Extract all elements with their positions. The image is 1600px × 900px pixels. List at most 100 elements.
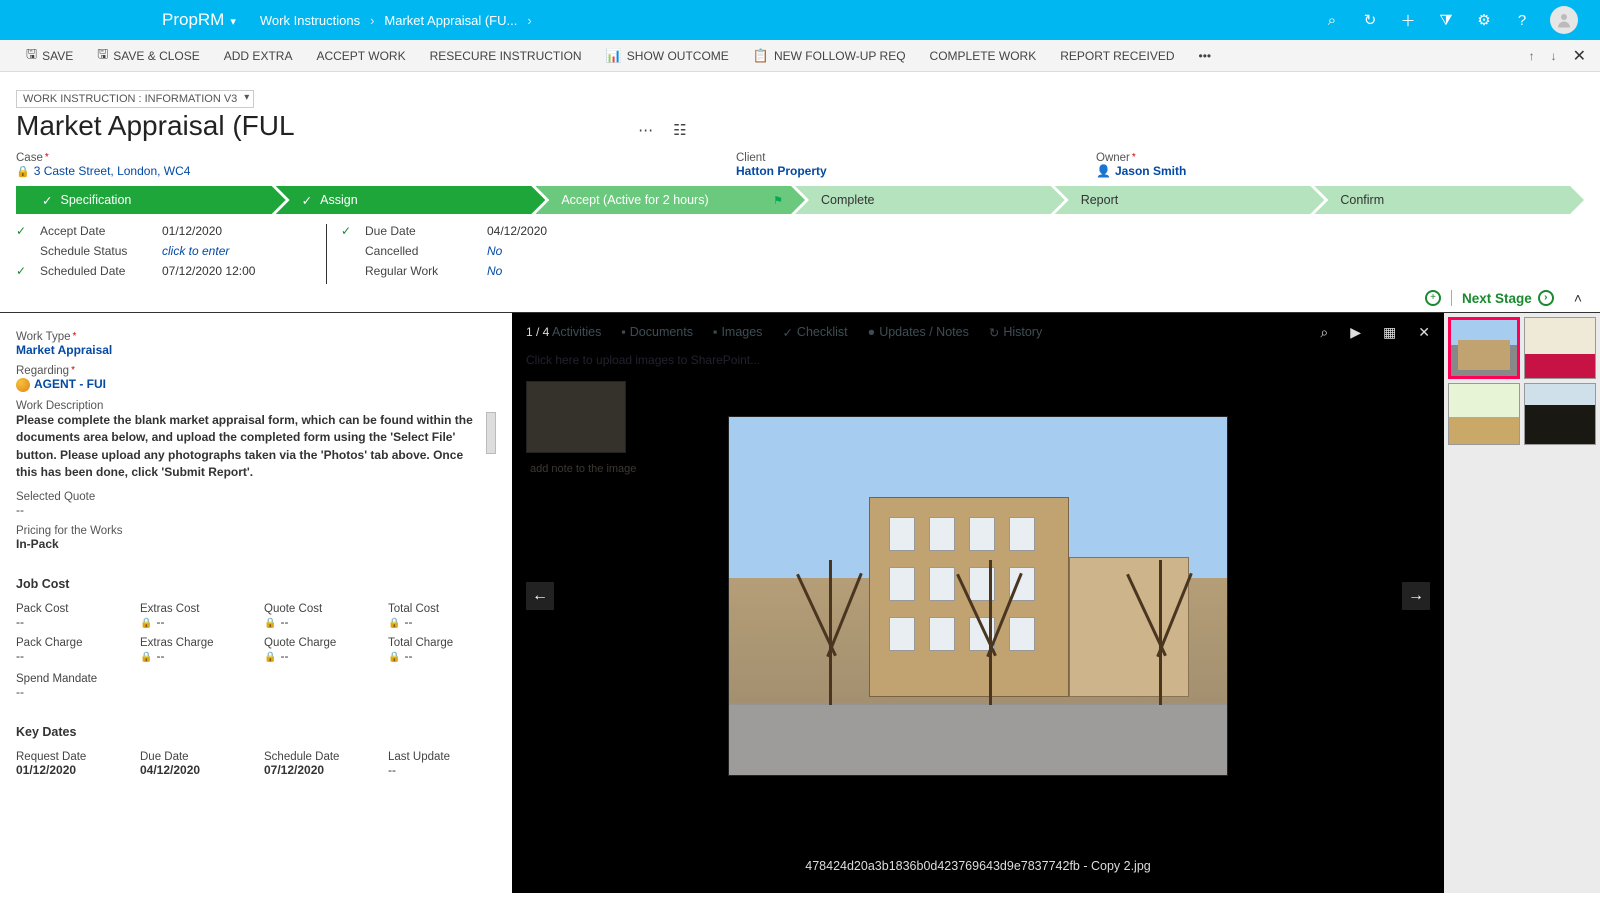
pricing-label: Pricing for the Works [16, 525, 496, 537]
request-date-value[interactable]: 01/12/2020 [16, 763, 124, 777]
thumbnail-4[interactable] [1524, 383, 1596, 445]
schedule-status-input[interactable]: click to enter [162, 244, 229, 258]
due-date-value[interactable]: 04/12/2020 [487, 224, 547, 238]
total-charge-value[interactable]: 🔒-- [388, 649, 496, 663]
complete-work-button[interactable]: COMPLETE WORK [918, 40, 1049, 71]
followup-icon: 📋 [753, 48, 769, 64]
dimmed-tabs: Activities ▪ Documents ▪ Images ✓ Checkl… [552, 325, 1042, 340]
recent-icon[interactable]: ↻ [1360, 10, 1380, 30]
selected-quote-value[interactable]: -- [16, 503, 496, 517]
last-update-value[interactable]: -- [388, 763, 496, 777]
thumbnail-2[interactable] [1524, 317, 1596, 379]
lock-icon: 🔒 [16, 166, 30, 178]
key-dates-heading: Key Dates [16, 725, 496, 739]
main-image[interactable] [728, 416, 1228, 776]
outcome-icon: 📊 [606, 48, 622, 64]
regarding-value[interactable]: AGENT - FUI [16, 377, 496, 392]
more-icon[interactable]: ⋯ [638, 121, 653, 139]
total-charge-label: Total Charge [388, 637, 496, 649]
form-selector[interactable]: WORK INSTRUCTION : INFORMATION V3 [16, 90, 254, 108]
work-desc-value[interactable]: Please complete the blank market apprais… [16, 412, 496, 482]
save-close-button[interactable]: 🖫SAVE & CLOSE [85, 40, 212, 71]
pack-charge-value[interactable]: -- [16, 649, 124, 663]
regular-work-value[interactable]: No [487, 264, 502, 278]
grid-icon[interactable]: ▦ [1383, 324, 1396, 341]
thumbnail-1[interactable] [1448, 317, 1520, 379]
next-stage-button[interactable]: Next Stage› [1451, 290, 1554, 306]
list-icon[interactable]: ☷ [673, 121, 686, 139]
scrollbar[interactable] [486, 412, 496, 454]
scheduled-date-value[interactable]: 07/12/2020 12:00 [162, 264, 255, 278]
collapse-icon[interactable]: ˄ [1574, 290, 1582, 306]
prev-image-button[interactable]: ← [526, 582, 554, 610]
new-followup-button[interactable]: 📋NEW FOLLOW-UP REQ [741, 40, 918, 71]
stage-complete[interactable]: Complete [795, 186, 1065, 214]
accept-work-button[interactable]: ACCEPT WORK [304, 40, 417, 71]
client-link[interactable]: Hatton Property [736, 164, 827, 178]
stage-confirm[interactable]: Confirm [1314, 186, 1584, 214]
check-icon: ✓ [42, 193, 52, 208]
search-icon[interactable]: ⌕ [1322, 10, 1342, 30]
spend-mandate-value[interactable]: -- [16, 685, 496, 699]
extras-cost-label: Extras Cost [140, 603, 248, 615]
spend-mandate-label: Spend Mandate [16, 673, 496, 685]
tab-images: ▪ Images [713, 325, 762, 340]
regarding-label: Regarding [16, 365, 496, 377]
next-image-button[interactable]: → [1402, 582, 1430, 610]
zoom-icon[interactable]: ⌕ [1320, 324, 1328, 341]
avatar[interactable] [1550, 6, 1578, 34]
nav-down-icon[interactable]: ↓ [1551, 49, 1557, 63]
nav-up-icon[interactable]: ↑ [1529, 49, 1535, 63]
pack-cost-value[interactable]: -- [16, 615, 124, 629]
quote-charge-value[interactable]: 🔒-- [264, 649, 372, 663]
close-icon[interactable]: ✕ [1573, 46, 1586, 66]
stage-accept[interactable]: Accept (Active for 2 hours)⚑ [535, 186, 805, 214]
total-cost-value[interactable]: 🔒-- [388, 615, 496, 629]
stage-specification[interactable]: ✓Specification [16, 186, 286, 214]
stage-assign[interactable]: ✓Assign [276, 186, 546, 214]
schedule-status-label: Schedule Status [40, 244, 150, 258]
stage-bar: ✓Specification ✓Assign Accept (Active fo… [16, 186, 1584, 214]
last-update-label: Last Update [388, 751, 496, 763]
schedule-date-value[interactable]: 07/12/2020 [264, 763, 372, 777]
work-type-value[interactable]: Market Appraisal [16, 343, 496, 357]
owner-link[interactable]: Jason Smith [1115, 164, 1186, 178]
request-date-label: Request Date [16, 751, 124, 763]
more-commands-button[interactable]: ••• [1187, 40, 1224, 71]
case-link[interactable]: 3 Caste Street, London, WC4 [34, 164, 191, 178]
check-icon: ✓ [16, 264, 28, 278]
pricing-value[interactable]: In-Pack [16, 537, 496, 551]
chevron-down-icon: ▾ [230, 16, 236, 28]
add-stage-icon[interactable]: + [1425, 290, 1441, 306]
stage-report[interactable]: Report [1055, 186, 1325, 214]
cancelled-value[interactable]: No [487, 244, 502, 258]
breadcrumb-item[interactable]: Market Appraisal (FU... [374, 13, 527, 28]
flag-icon: ⚑ [773, 194, 783, 207]
add-icon[interactable]: ＋ [1398, 10, 1418, 30]
close-viewer-icon[interactable]: ✕ [1418, 324, 1430, 341]
save-button[interactable]: 🖫SAVE [14, 40, 85, 71]
pack-cost-label: Pack Cost [16, 603, 124, 615]
resecure-button[interactable]: RESECURE INSTRUCTION [418, 40, 594, 71]
add-extra-button[interactable]: ADD EXTRA [212, 40, 305, 71]
thumbnail-3[interactable] [1448, 383, 1520, 445]
quote-cost-label: Quote Cost [264, 603, 372, 615]
report-received-button[interactable]: REPORT RECEIVED [1048, 40, 1186, 71]
case-label: Case [16, 152, 316, 164]
show-outcome-button[interactable]: 📊SHOW OUTCOME [594, 40, 741, 71]
gear-icon[interactable]: ⚙ [1474, 10, 1494, 30]
kd-due-date-label: Due Date [140, 751, 248, 763]
play-icon[interactable]: ▶ [1350, 324, 1361, 341]
extras-cost-value[interactable]: 🔒-- [140, 615, 248, 629]
accept-date-value[interactable]: 01/12/2020 [162, 224, 222, 238]
lock-icon: 🔒 [264, 652, 276, 663]
filter-icon[interactable]: ⧩ [1436, 10, 1456, 30]
brand[interactable]: PropRM▾ [12, 10, 250, 30]
help-icon[interactable]: ? [1512, 10, 1532, 30]
breadcrumb-item[interactable]: Work Instructions [250, 13, 370, 28]
quote-cost-value[interactable]: 🔒-- [264, 615, 372, 629]
extras-charge-value[interactable]: 🔒-- [140, 649, 248, 663]
pack-charge-label: Pack Charge [16, 637, 124, 649]
owner-label: Owner [1096, 152, 1396, 164]
kd-due-date-value[interactable]: 04/12/2020 [140, 763, 248, 777]
